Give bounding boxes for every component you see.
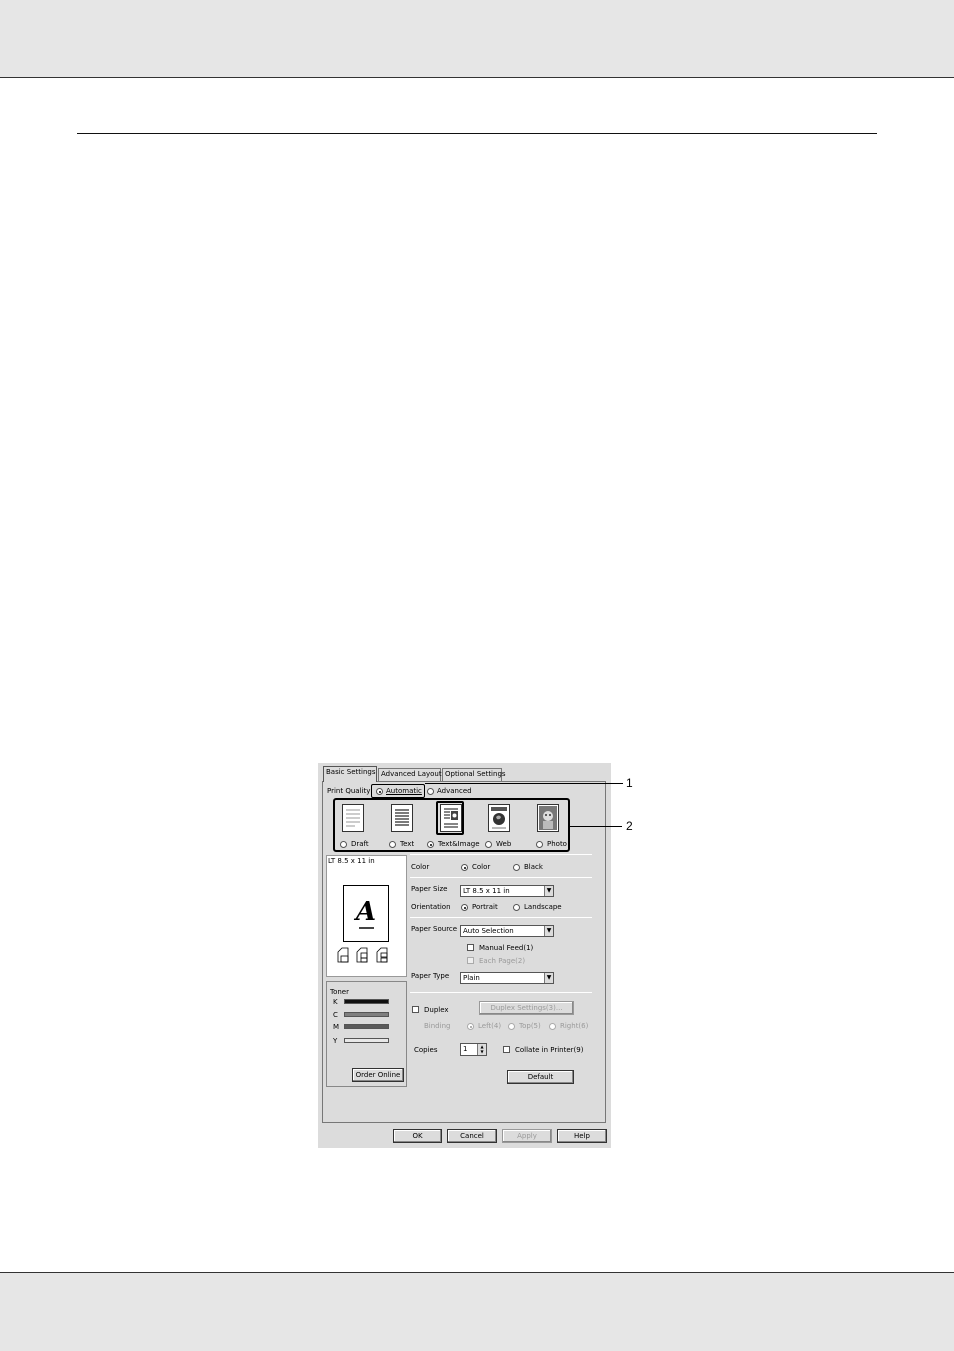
each-page-checkbox[interactable]	[467, 957, 474, 964]
paper-type-value: Plain	[463, 974, 480, 982]
stepper-arrows-icon[interactable]: ▲ ▼	[477, 1044, 486, 1055]
text-label: Text	[400, 840, 415, 848]
advanced-label: Advanced	[437, 787, 472, 795]
callout-line-1	[425, 783, 623, 784]
automatic-label: Automatic	[386, 787, 422, 795]
separator	[410, 992, 592, 993]
text-image-radio[interactable]	[427, 841, 434, 848]
toner-y-bar	[344, 1038, 389, 1043]
photo-radio[interactable]	[536, 841, 543, 848]
duplex-checkbox[interactable]	[412, 1006, 419, 1013]
binding-left-radio[interactable]	[467, 1023, 474, 1030]
landscape-radio[interactable]	[513, 904, 520, 911]
paper-preview: LT 8.5 x 11 in A	[326, 855, 407, 977]
preview-paper-size-label: LT 8.5 x 11 in	[328, 857, 375, 865]
callout-line-2	[570, 826, 622, 827]
separator	[410, 854, 592, 855]
toner-m-bar	[344, 1024, 389, 1029]
toner-c-label: C	[333, 1011, 338, 1019]
paper-size-select[interactable]: LT 8.5 x 11 in ▼	[460, 885, 554, 897]
paper-type-select[interactable]: Plain ▼	[460, 972, 554, 984]
default-button[interactable]: Default	[507, 1070, 574, 1084]
collate-checkbox[interactable]	[503, 1046, 510, 1053]
binding-label: Binding	[424, 1022, 451, 1030]
text-radio[interactable]	[389, 841, 396, 848]
toner-k-bar	[344, 999, 389, 1004]
black-option-label: Black	[524, 863, 543, 871]
callout-number-2: 2	[626, 819, 633, 833]
text-page-icon	[391, 804, 413, 832]
paper-source-value: Auto Selection	[463, 927, 514, 935]
each-page-label: Each Page(2)	[479, 957, 526, 965]
order-online-button[interactable]: Order Online	[352, 1068, 404, 1082]
draft-label: Draft	[351, 840, 369, 848]
copies-label: Copies	[414, 1046, 438, 1054]
printer-properties-dialog: Basic Settings Advanced Layout Optional …	[318, 763, 611, 1148]
toner-k-label: K	[333, 998, 338, 1006]
toner-m-label: M	[333, 1023, 340, 1031]
web-radio[interactable]	[485, 841, 492, 848]
print-quality-label: Print Quality	[327, 787, 371, 795]
binding-top-label: Top(5)	[519, 1022, 541, 1030]
orientation-label: Orientation	[411, 903, 451, 911]
separator	[410, 917, 592, 918]
paper-size-value: LT 8.5 x 11 in	[463, 887, 510, 895]
color-option-label: Color	[472, 863, 491, 871]
toner-label: Toner	[330, 988, 349, 996]
web-label: Web	[496, 840, 512, 848]
copies-spinner[interactable]: 1 ▲ ▼	[460, 1043, 487, 1056]
duplex-settings-button[interactable]: Duplex Settings(3)...	[479, 1001, 574, 1015]
binding-top-radio[interactable]	[508, 1023, 515, 1030]
landscape-label: Landscape	[524, 903, 562, 911]
draft-radio[interactable]	[340, 841, 347, 848]
manual-feed-checkbox[interactable]	[467, 944, 474, 951]
toner-y-label: Y	[333, 1037, 338, 1045]
separator	[410, 877, 592, 878]
cancel-button[interactable]: Cancel	[447, 1129, 497, 1143]
collate-label: Collate in Printer(9)	[515, 1046, 584, 1054]
preview-letter: A	[355, 897, 377, 927]
header-rule	[77, 133, 877, 134]
globe-page-icon	[488, 804, 510, 832]
manual-feed-label: Manual Feed(1)	[479, 944, 534, 952]
color-label: Color	[411, 863, 430, 871]
copies-value: 1	[463, 1045, 468, 1053]
preview-caption-line	[359, 927, 374, 929]
paper-size-label: Paper Size	[411, 885, 448, 893]
portrait-radio[interactable]	[461, 904, 468, 911]
automatic-radio[interactable]	[376, 788, 383, 795]
document-lines-icon	[342, 804, 364, 832]
tab-advanced-layout[interactable]: Advanced Layout	[378, 768, 442, 781]
black-radio[interactable]	[513, 864, 520, 871]
chevron-down-icon[interactable]: ▼	[544, 926, 553, 936]
toner-c-bar	[344, 1012, 389, 1017]
header-band	[0, 0, 954, 78]
apply-button[interactable]: Apply	[502, 1129, 552, 1143]
binding-right-radio[interactable]	[549, 1023, 556, 1030]
text-image-label: Text&Image	[438, 840, 480, 848]
pages-per-sheet-icon	[337, 946, 397, 966]
tab-basic-settings[interactable]: Basic Settings	[323, 766, 377, 782]
portrait-label: Portrait	[472, 903, 498, 911]
chevron-down-icon[interactable]: ▼	[544, 973, 553, 983]
binding-right-label: Right(6)	[560, 1022, 589, 1030]
chevron-down-icon[interactable]: ▼	[544, 886, 553, 896]
binding-left-label: Left(4)	[478, 1022, 502, 1030]
tab-optional-settings[interactable]: Optional Settings	[442, 768, 506, 781]
advanced-radio[interactable]	[427, 788, 434, 795]
text-image-page-icon	[440, 804, 462, 832]
color-radio[interactable]	[461, 864, 468, 871]
toner-panel: Toner K C M Y Order Online	[326, 981, 407, 1087]
duplex-label: Duplex	[424, 1006, 449, 1014]
paper-type-label: Paper Type	[411, 972, 450, 980]
paper-source-select[interactable]: Auto Selection ▼	[460, 925, 554, 937]
preview-page: A	[343, 885, 389, 942]
paper-source-label: Paper Source	[411, 925, 458, 933]
callout-number-1: 1	[626, 776, 633, 790]
photo-icon	[537, 804, 559, 832]
footer-band	[0, 1272, 954, 1351]
photo-label: Photo	[547, 840, 567, 848]
ok-button[interactable]: OK	[393, 1129, 442, 1143]
help-button[interactable]: Help	[557, 1129, 607, 1143]
